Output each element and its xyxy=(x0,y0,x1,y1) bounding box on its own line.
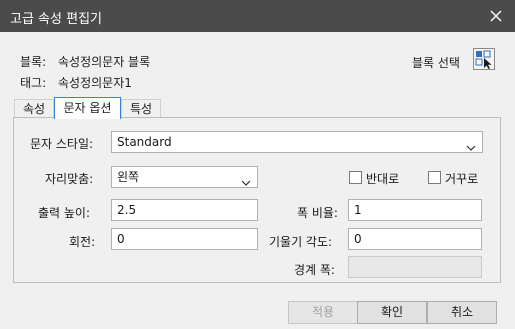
width-factor-value: 1 xyxy=(354,203,362,217)
oblique-angle-input[interactable]: 0 xyxy=(348,228,482,250)
tab-label: 문자 옵션 xyxy=(63,101,112,115)
tag-name: 속성정의문자1 xyxy=(58,76,132,90)
text-style-label: 문자 스타일: xyxy=(30,137,94,151)
boundary-width-input xyxy=(348,256,482,278)
cancel-button[interactable]: 취소 xyxy=(427,301,497,324)
oblique-angle-label: 기울기 각도: xyxy=(269,235,333,249)
boundary-width-label: 경계 폭: xyxy=(294,263,335,277)
window-title: 고급 속성 편집기 xyxy=(10,12,102,27)
justify-select[interactable]: 왼쪽 xyxy=(111,166,258,188)
height-label: 출력 높이: xyxy=(38,206,91,220)
justify-value: 왼쪽 xyxy=(117,170,140,184)
tab-attribute[interactable]: 속성 xyxy=(14,99,54,117)
ok-button-label: 확인 xyxy=(380,305,404,319)
apply-button: 적용 xyxy=(288,301,358,324)
tab-label: 속성 xyxy=(22,102,46,116)
backwards-label: 반대로 xyxy=(366,172,400,186)
select-objects-icon xyxy=(474,50,494,72)
tab-properties[interactable]: 특성 xyxy=(121,99,161,117)
rotation-label: 회전: xyxy=(69,235,96,249)
tag-label: 태그: xyxy=(20,76,47,90)
block-name: 속성정의문자 블록 xyxy=(58,55,151,69)
upside-down-checkbox[interactable] xyxy=(428,171,441,184)
backwards-checkbox[interactable] xyxy=(349,171,362,184)
height-input[interactable]: 2.5 xyxy=(111,199,258,221)
tab-label: 특성 xyxy=(129,102,153,116)
select-block-button[interactable] xyxy=(473,48,495,70)
text-style-select[interactable]: Standard xyxy=(111,131,483,153)
text-style-value: Standard xyxy=(117,135,172,149)
upside-down-label: 거꾸로 xyxy=(445,172,479,186)
justify-label: 자리맞춤: xyxy=(45,172,94,186)
oblique-angle-value: 0 xyxy=(354,232,362,246)
width-factor-input[interactable]: 1 xyxy=(348,199,482,221)
tab-text-options[interactable]: 문자 옵션 xyxy=(54,97,121,119)
close-icon[interactable] xyxy=(483,3,509,29)
rotation-value: 0 xyxy=(117,232,125,246)
apply-button-label: 적용 xyxy=(311,305,335,319)
block-label: 블록: xyxy=(20,55,47,69)
cancel-button-label: 취소 xyxy=(450,305,474,319)
chevron-down-icon xyxy=(466,138,476,151)
rotation-input[interactable]: 0 xyxy=(111,228,258,250)
title-bar: 고급 속성 편집기 xyxy=(0,0,515,32)
chevron-down-icon xyxy=(241,173,251,186)
width-factor-label: 폭 비율: xyxy=(297,206,338,220)
height-value: 2.5 xyxy=(117,203,137,217)
select-block-label: 블록 선택 xyxy=(412,56,460,70)
ok-button[interactable]: 확인 xyxy=(357,301,427,324)
